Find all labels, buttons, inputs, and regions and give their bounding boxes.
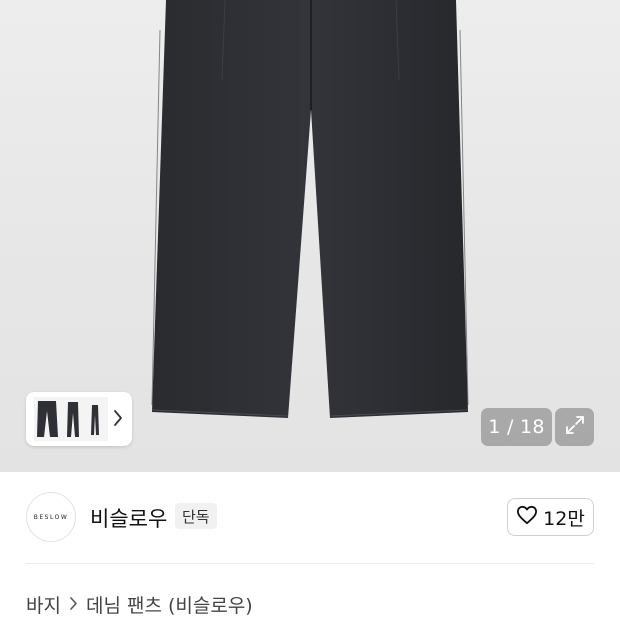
brand-row: BESLOW 비슬로우 단독 12만 bbox=[0, 472, 620, 564]
section-divider bbox=[26, 563, 594, 564]
brand-name[interactable]: 비슬로우 bbox=[90, 503, 167, 533]
brand-logo-text: BESLOW bbox=[33, 513, 69, 521]
thumbnail-strip[interactable] bbox=[26, 392, 132, 446]
exclusive-badge: 단독 bbox=[175, 503, 217, 529]
chevron-right-icon[interactable] bbox=[113, 409, 123, 431]
thumbnail-image bbox=[34, 397, 108, 441]
brand-logo[interactable]: BESLOW bbox=[26, 492, 76, 542]
breadcrumb-product[interactable]: 데님 팬츠 (비슬로우) bbox=[86, 591, 253, 618]
heart-outline-icon bbox=[516, 505, 538, 530]
image-counter: 1 / 18 bbox=[481, 408, 552, 446]
chevron-right-icon bbox=[69, 594, 78, 616]
breadcrumb-category[interactable]: 바지 bbox=[26, 591, 61, 618]
like-count: 12만 bbox=[543, 507, 585, 530]
expand-arrows-icon bbox=[564, 414, 586, 440]
expand-button[interactable] bbox=[555, 408, 594, 446]
product-image-gallery[interactable]: 1 / 18 bbox=[0, 0, 620, 472]
like-button[interactable]: 12만 bbox=[507, 498, 594, 536]
breadcrumb: 바지 데님 팬츠 (비슬로우) bbox=[26, 591, 253, 618]
